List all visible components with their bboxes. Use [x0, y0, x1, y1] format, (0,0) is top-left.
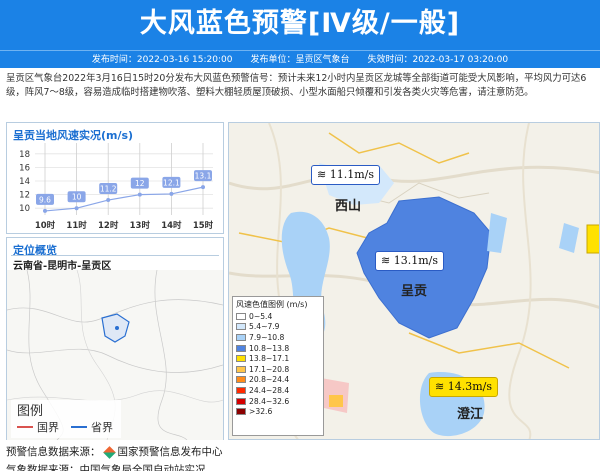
province-border-label: 省界 [91, 421, 113, 434]
national-border-line [17, 426, 33, 428]
footer-source-label: 预警信息数据来源： [6, 446, 101, 458]
wind-speed-panel: 呈贡当地风速实况(m/s) 10 12 14 16 18 10时 11时 12时 13时 14时 1… [6, 122, 224, 234]
data-label: 12 [135, 179, 145, 188]
x-tick-label: 10时 [35, 220, 56, 231]
info-bar: 发布时间：2022-03-16 15:20:00 发布单位：呈贡区气象台 失效时… [0, 50, 600, 68]
wind-speed-point [137, 192, 142, 197]
wind-label-xishan[interactable]: ≋ 11.1m/s [311, 165, 380, 185]
legend-range-label: 0~5.4 [249, 311, 273, 321]
legend-swatch [236, 312, 246, 320]
national-border-label: 国界 [37, 421, 59, 434]
footer-source-name: 国家预警信息发布中心 [117, 446, 223, 458]
data-label: 9.6 [39, 195, 51, 204]
wind-color-legend: 风速色值图例 (m/s) 0~5.4 5.4~7.9 7.9~10.8 10.8~13… [232, 296, 324, 436]
data-label: 11.2 [100, 185, 117, 194]
wind-speed-chart: 10 12 14 16 18 10时 11时 12时 13时 14时 15时 9.6 10 11.2 12 1… [19, 143, 214, 231]
location-panel: 定位概览 云南省-昆明市-呈贡区 图例 国界 省界 [6, 237, 224, 440]
place-chenggong: 呈贡 [401, 284, 428, 299]
legend-row: 10.8~13.8 [236, 343, 320, 354]
legend-range-label: 7.9~10.8 [249, 332, 285, 342]
x-tick-label: 14时 [161, 220, 182, 231]
warning-description: 呈贡区气象台2022年3月16日15时20分发布大风蓝色预警信号：预计未来12小… [6, 73, 587, 98]
warning-banner: 大风蓝色预警[Ⅳ级/一般] [0, 0, 600, 50]
legend-row: 0~5.4 [236, 311, 320, 322]
legend-row: 5.4~7.9 [236, 322, 320, 333]
expire-time: 失效时间：2022-03-17 03:20:00 [367, 55, 509, 65]
y-tick-label: 14 [19, 177, 30, 187]
legend-range-label: 24.4~28.4 [249, 385, 290, 395]
wind-speed-point [74, 206, 79, 211]
y-tick-label: 10 [19, 204, 30, 214]
legend-range-label: 28.4~32.6 [249, 396, 290, 406]
legend-row: 20.8~24.4 [236, 375, 320, 386]
legend-swatch [236, 365, 246, 373]
legend-swatch [236, 333, 246, 341]
legend-row: 7.9~10.8 [236, 332, 320, 343]
x-tick-label: 15时 [193, 220, 214, 231]
data-label: 10 [72, 193, 82, 202]
legend-swatch [236, 386, 246, 394]
wind-icon: ≋ [435, 380, 448, 393]
data-label: 13.1 [195, 172, 212, 181]
wind-speed-point [169, 191, 174, 196]
legend-range-label: >32.6 [249, 407, 273, 417]
legend-swatch [236, 376, 246, 384]
wind-label-chenggong[interactable]: ≋ 13.1m/s [375, 251, 444, 271]
location-marker [115, 326, 119, 330]
wind-icon: ≋ [381, 254, 394, 267]
legend-swatch [236, 408, 246, 416]
location-legend-title: 图例 [17, 404, 44, 419]
place-xishan: 西山 [335, 199, 362, 214]
legend-row: 24.4~28.4 [236, 385, 320, 396]
province-border-line [71, 426, 87, 428]
data-label: 12.1 [163, 178, 180, 187]
location-legend: 图例 国界 省界 [11, 400, 121, 438]
warning-title: 大风蓝色预警[Ⅳ级/一般] [139, 8, 461, 39]
wind-speed-point [43, 208, 47, 213]
wind-speed-point [106, 198, 111, 203]
wind-speed-point [201, 185, 205, 190]
legend-swatch [236, 397, 246, 405]
wind-label-xishan-value: 11.1m/s [329, 168, 374, 181]
x-tick-label: 12时 [98, 220, 119, 231]
place-chengjiang: 澄江 [457, 407, 484, 422]
legend-row: 28.4~32.6 [236, 396, 320, 407]
legend-range-label: 10.8~13.8 [249, 343, 290, 353]
y-tick-label: 12 [19, 191, 30, 201]
publisher: 发布单位：呈贡区气象台 [250, 55, 350, 65]
legend-swatch [236, 355, 246, 363]
legend-swatch [236, 323, 246, 331]
legend-swatch [236, 344, 246, 352]
wind-label-chengjiang[interactable]: ≋ 14.3m/s [429, 377, 498, 397]
y-tick-label: 18 [19, 150, 30, 160]
warning-center-logo-icon [102, 445, 116, 459]
wind-color-legend-title: 风速色值图例 (m/s) [236, 300, 308, 309]
footer-source: 预警信息数据来源： 国家预警信息发布中心 [6, 444, 223, 459]
publish-time: 发布时间：2022-03-16 15:20:00 [91, 55, 233, 65]
wind-icon: ≋ [317, 168, 330, 181]
footer-weather-source: 气象数据来源：中国气象局全国自动站实况 [6, 464, 206, 471]
location-panel-divider [11, 255, 219, 256]
legend-row: 13.8~17.1 [236, 353, 320, 364]
x-tick-label: 11时 [66, 220, 87, 231]
wind-label-chenggong-value: 13.1m/s [393, 254, 438, 267]
legend-row: 17.1~20.8 [236, 364, 320, 375]
legend-range-label: 5.4~7.9 [249, 322, 280, 332]
legend-range-label: 17.1~20.8 [249, 364, 290, 374]
legend-range-label: 20.8~24.4 [249, 375, 290, 385]
legend-row: >32.6 [236, 406, 320, 417]
legend-range-label: 13.8~17.1 [249, 354, 290, 364]
x-tick-label: 13时 [130, 220, 151, 231]
y-tick-label: 16 [19, 163, 30, 173]
wind-label-chengjiang-value: 14.3m/s [447, 380, 492, 393]
